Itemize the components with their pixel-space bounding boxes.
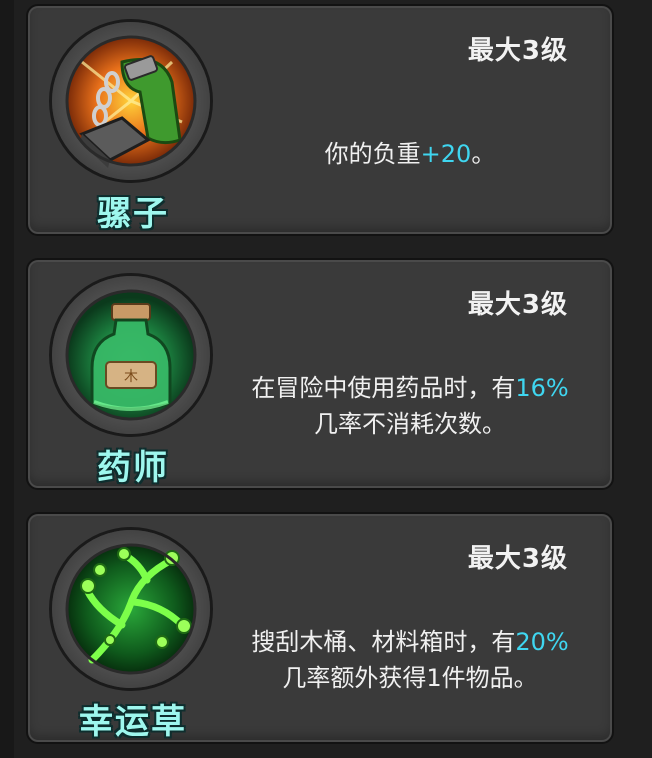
max-level-label: 最大3级 (467, 290, 568, 320)
max-level-label: 最大3级 (467, 544, 568, 574)
desc-line-1: 搜刮木桶、材料箱时，有20% (218, 624, 602, 660)
perk-name: 骡子 (97, 194, 169, 234)
perk-description: 在冒险中使用药品时，有16% 几率不消耗次数。 (218, 370, 602, 442)
desc-line-2: 几率不消耗次数。 (314, 410, 506, 438)
clover-branch-icon (52, 530, 210, 688)
perk-name: 药师 (97, 448, 169, 488)
mule-leg-chain-icon (52, 22, 210, 180)
potion-bottle-icon: 木 (52, 276, 210, 434)
max-level-label: 最大3级 (467, 36, 568, 66)
svg-text:木: 木 (124, 369, 138, 385)
desc-text: 搜刮木桶、材料箱时，有 (251, 628, 516, 656)
desc-value: 16% (515, 374, 569, 402)
perk-card-pharmacist[interactable]: 木 最大3级 在冒险中使用药品时，有16% 几率不消耗次数。 药师 (26, 258, 614, 490)
desc-line-1: 在冒险中使用药品时，有16% (218, 370, 602, 406)
desc-line-2: 几率额外获得1件物品。 (282, 664, 538, 692)
perk-name: 幸运草 (79, 702, 187, 742)
desc-text-end: 。 (471, 140, 496, 168)
desc-text: 在冒险中使用药品时，有 (251, 374, 516, 402)
scrollbar-track[interactable] (0, 0, 14, 758)
desc-text: 你的负重 (324, 140, 421, 168)
perk-description: 你的负重+20。 (218, 136, 602, 172)
perk-card-mule[interactable]: 最大3级 你的负重+20。 骡子 (26, 4, 614, 236)
perk-card-lucky-clover[interactable]: 最大3级 搜刮木桶、材料箱时，有20% 几率额外获得1件物品。 幸运草 (26, 512, 614, 744)
desc-value: +20 (420, 140, 472, 168)
desc-value: 20% (515, 628, 569, 656)
perk-description: 搜刮木桶、材料箱时，有20% 几率额外获得1件物品。 (218, 624, 602, 696)
